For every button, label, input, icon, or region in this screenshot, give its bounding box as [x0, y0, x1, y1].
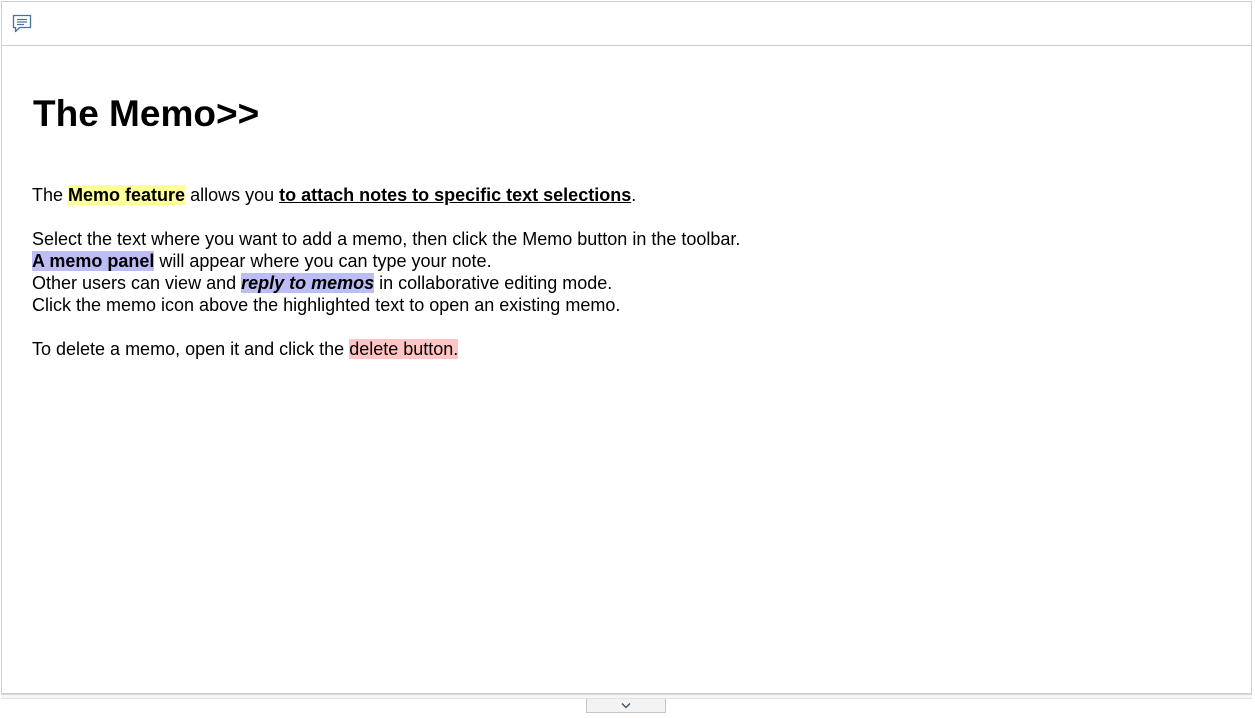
- expand-button[interactable]: [586, 699, 666, 713]
- chevron-down-icon: [621, 702, 631, 708]
- instruction-line-3-a: Other users can view and: [32, 273, 242, 293]
- intro-text-2: allows you: [185, 185, 280, 205]
- intro-text-1: The: [32, 185, 69, 205]
- memo-feature-highlight[interactable]: Memo feature: [68, 185, 186, 205]
- instruction-line-1: Select the text where you want to add a …: [32, 229, 741, 249]
- paragraph-instructions: Select the text where you want to add a …: [32, 228, 740, 316]
- instruction-line-2-rest: will appear where you can type your note…: [154, 251, 492, 271]
- comment-icon: [12, 14, 32, 33]
- toolbar: [2, 2, 1251, 46]
- reply-memos-highlight[interactable]: reply to memos: [241, 273, 375, 293]
- status-bar: [1, 694, 1252, 718]
- document-body[interactable]: The Memo>> The Memo feature allows you t…: [32, 46, 1231, 693]
- delete-button-highlight[interactable]: delete button.: [349, 339, 459, 359]
- instruction-line-4: Click the memo icon above the highlighte…: [32, 295, 621, 315]
- instruction-line-3: Other users can view and reply to memos …: [32, 272, 740, 294]
- intro-text-3: .: [631, 185, 637, 205]
- paragraph-delete: To delete a memo, open it and click the …: [32, 338, 459, 360]
- editor-frame: The Memo>> The Memo feature allows you t…: [1, 1, 1252, 694]
- paragraph-intro: The Memo feature allows you to attach no…: [32, 184, 636, 206]
- instruction-line-3-b: in collaborative editing mode.: [374, 273, 613, 293]
- memo-button[interactable]: [8, 10, 36, 38]
- attach-notes-text: to attach notes to specific text selecti…: [279, 185, 632, 205]
- delete-text: To delete a memo, open it and click the: [32, 339, 350, 359]
- instruction-line-2: A memo panel will appear where you can t…: [32, 250, 740, 272]
- document-title: The Memo>>: [33, 93, 260, 134]
- memo-panel-highlight[interactable]: A memo panel: [32, 251, 155, 271]
